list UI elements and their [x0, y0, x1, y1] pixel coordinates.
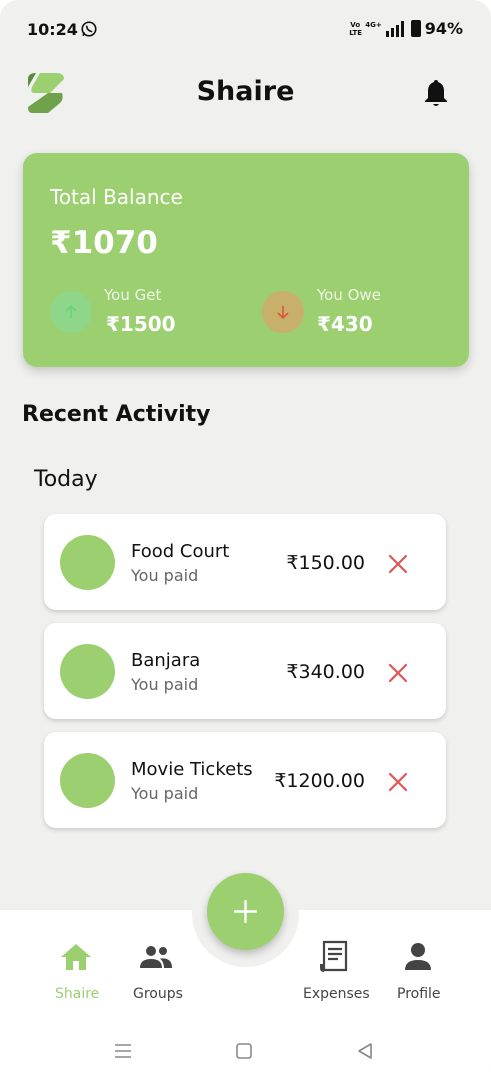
activity-avatar: [60, 753, 115, 808]
nav-item-shaire[interactable]: Shaire: [44, 910, 108, 1020]
close-icon[interactable]: [387, 553, 409, 575]
nav-item-profile[interactable]: Profile: [390, 910, 450, 1020]
activity-name: Banjara: [131, 650, 201, 671]
add-expense-button[interactable]: [207, 873, 284, 950]
whatsapp-icon: [81, 21, 97, 37]
nav-item-groups[interactable]: Groups: [126, 910, 190, 1020]
nav-label-shaire: Shaire: [55, 986, 100, 1002]
app-screen: 10:24 Vo LTE 4G+ 94% Shaire Total Balanc…: [0, 0, 491, 1080]
signal-icon: [385, 20, 404, 37]
close-icon[interactable]: [387, 662, 409, 684]
activity-card-food-court[interactable]: Food Court You paid ₹150.00: [44, 514, 446, 610]
you-get-amount: ₹1500: [106, 312, 176, 336]
balance-amount: ₹1070: [50, 225, 158, 261]
home-icon: [61, 944, 91, 970]
activity-subtitle: You paid: [131, 675, 199, 694]
groups-icon: [140, 946, 172, 968]
system-nav-bar: [0, 1025, 491, 1080]
plus-icon: [234, 900, 257, 923]
activity-card-banjara[interactable]: Banjara You paid ₹340.00: [44, 623, 446, 719]
activity-subtitle: You paid: [131, 784, 199, 803]
activity-subtitle: You paid: [131, 566, 199, 585]
balance-card: Total Balance ₹1070 You Get ₹1500 You Ow…: [23, 153, 469, 367]
arrow-up-icon: [65, 304, 77, 318]
activity-avatar: [60, 644, 115, 699]
day-label: Today: [34, 467, 98, 492]
you-get-badge: [50, 291, 92, 333]
nav-label-profile: Profile: [397, 986, 441, 1002]
activity-amount: ₹340.00: [286, 661, 365, 683]
battery-icon: [410, 20, 421, 37]
receipt-icon: [320, 940, 348, 972]
close-icon[interactable]: [387, 771, 409, 793]
status-indicators: Vo LTE 4G+ 94%: [349, 19, 463, 38]
you-get-label: You Get: [104, 286, 162, 304]
arrow-down-icon: [277, 306, 289, 320]
nav-item-expenses[interactable]: Expenses: [300, 910, 372, 1020]
volte-label: Vo LTE: [349, 20, 363, 37]
person-icon: [405, 943, 431, 970]
nav-label-expenses: Expenses: [303, 986, 370, 1002]
back-icon[interactable]: [356, 1042, 374, 1060]
recents-icon[interactable]: [114, 1042, 132, 1060]
recent-activity-title: Recent Activity: [22, 402, 211, 427]
battery-percent: 94%: [424, 19, 463, 38]
balance-label: Total Balance: [50, 185, 183, 209]
activity-card-movie-tickets[interactable]: Movie Tickets You paid ₹1200.00: [44, 732, 446, 828]
status-bar: 10:24 Vo LTE 4G+ 94%: [0, 0, 491, 60]
you-owe-label: You Owe: [317, 286, 381, 304]
status-time: 10:24: [27, 20, 78, 39]
you-owe-badge: [262, 291, 304, 333]
activity-avatar: [60, 535, 115, 590]
network-type: 4G+: [365, 20, 382, 29]
activity-name: Food Court: [131, 541, 230, 562]
bell-icon[interactable]: [423, 78, 449, 108]
activity-amount: ₹1200.00: [274, 770, 365, 792]
home-button-icon[interactable]: [235, 1042, 253, 1060]
activity-name: Movie Tickets: [131, 759, 253, 780]
nav-label-groups: Groups: [133, 986, 183, 1002]
you-owe-amount: ₹430: [317, 312, 373, 336]
activity-amount: ₹150.00: [286, 552, 365, 574]
app-title: Shaire: [196, 76, 295, 107]
